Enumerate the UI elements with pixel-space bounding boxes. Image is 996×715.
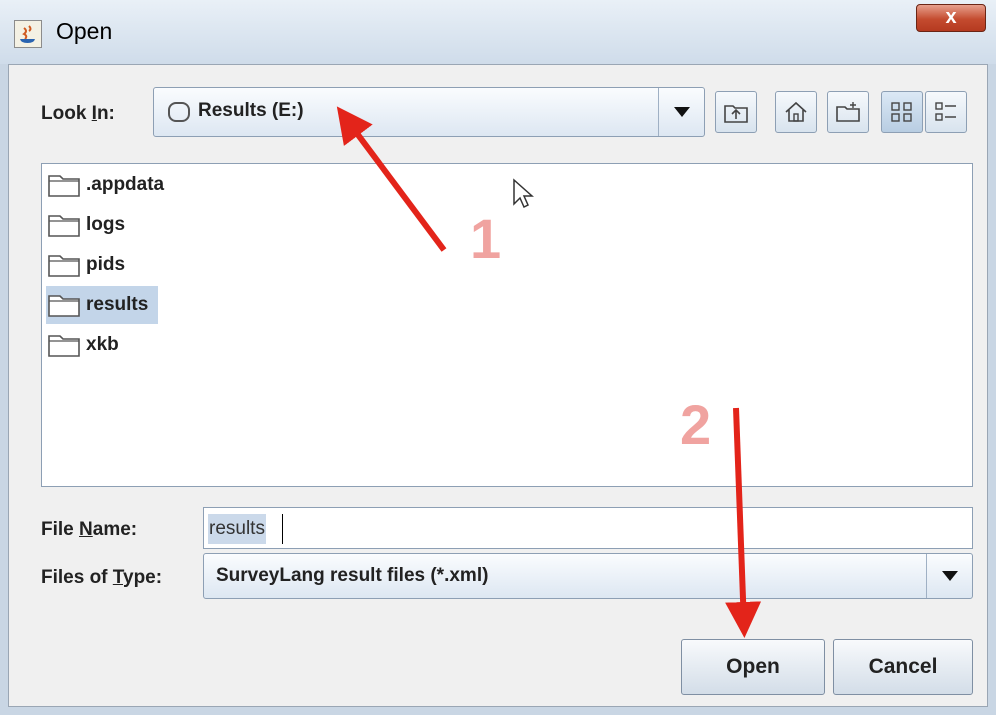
files-of-type-value: SurveyLang result files (*.xml) xyxy=(216,565,489,586)
annotation-step-2: 2 xyxy=(680,393,712,456)
details-view-icon xyxy=(935,102,956,121)
cancel-button[interactable]: Cancel xyxy=(833,639,973,695)
list-item-label: pids xyxy=(86,254,126,275)
details-view-button[interactable] xyxy=(925,91,967,133)
folder-icon xyxy=(48,295,80,317)
look-in-label: Look In: xyxy=(41,103,115,124)
look-in-combo[interactable]: Results (E:) xyxy=(153,87,705,137)
list-view-button[interactable] xyxy=(881,91,923,133)
title-bar: Open x xyxy=(0,0,996,64)
text-caret xyxy=(282,514,283,544)
list-item-selected[interactable]: results xyxy=(46,286,159,324)
drive-icon xyxy=(168,102,190,122)
list-item[interactable]: xkb xyxy=(46,326,129,364)
new-folder-icon xyxy=(836,102,860,122)
home-icon xyxy=(785,101,807,122)
close-button[interactable]: x xyxy=(916,4,986,32)
look-in-dropdown-button[interactable] xyxy=(658,88,704,136)
up-one-level-button[interactable] xyxy=(715,91,757,133)
file-name-value: results xyxy=(208,514,266,544)
folder-icon xyxy=(48,255,80,277)
mouse-cursor-icon xyxy=(513,178,534,209)
java-app-icon xyxy=(14,20,42,48)
chevron-down-icon xyxy=(941,571,958,581)
file-name-input[interactable]: results xyxy=(203,507,973,549)
list-view-icon xyxy=(891,102,912,122)
new-folder-button[interactable] xyxy=(827,91,869,133)
list-item[interactable]: logs xyxy=(46,206,135,244)
home-button[interactable] xyxy=(775,91,817,133)
list-item[interactable]: pids xyxy=(46,246,135,284)
list-item-label: .appdata xyxy=(86,174,165,195)
list-item-label: logs xyxy=(86,214,126,235)
file-list[interactable]: .appdata logs pids results xkb xyxy=(41,163,973,487)
files-of-type-label: Files of Type: xyxy=(41,567,163,588)
dialog-body: Look In: Results (E:) .appdata logs pids… xyxy=(8,64,988,707)
annotation-step-1: 1 xyxy=(470,207,502,270)
up-one-level-icon xyxy=(724,105,748,123)
open-button[interactable]: Open xyxy=(681,639,825,695)
list-item-label: results xyxy=(86,294,149,315)
window-title: Open xyxy=(56,18,113,44)
list-item-label: xkb xyxy=(86,334,119,355)
list-item[interactable]: .appdata xyxy=(46,166,174,204)
chevron-down-icon xyxy=(673,107,690,117)
folder-icon xyxy=(48,215,80,237)
files-of-type-combo[interactable]: SurveyLang result files (*.xml) xyxy=(203,553,973,599)
file-name-label: File Name: xyxy=(41,519,138,540)
look-in-value: Results (E:) xyxy=(198,100,304,121)
folder-icon xyxy=(48,335,80,357)
folder-icon xyxy=(48,175,80,197)
files-of-type-dropdown-button[interactable] xyxy=(926,554,972,598)
